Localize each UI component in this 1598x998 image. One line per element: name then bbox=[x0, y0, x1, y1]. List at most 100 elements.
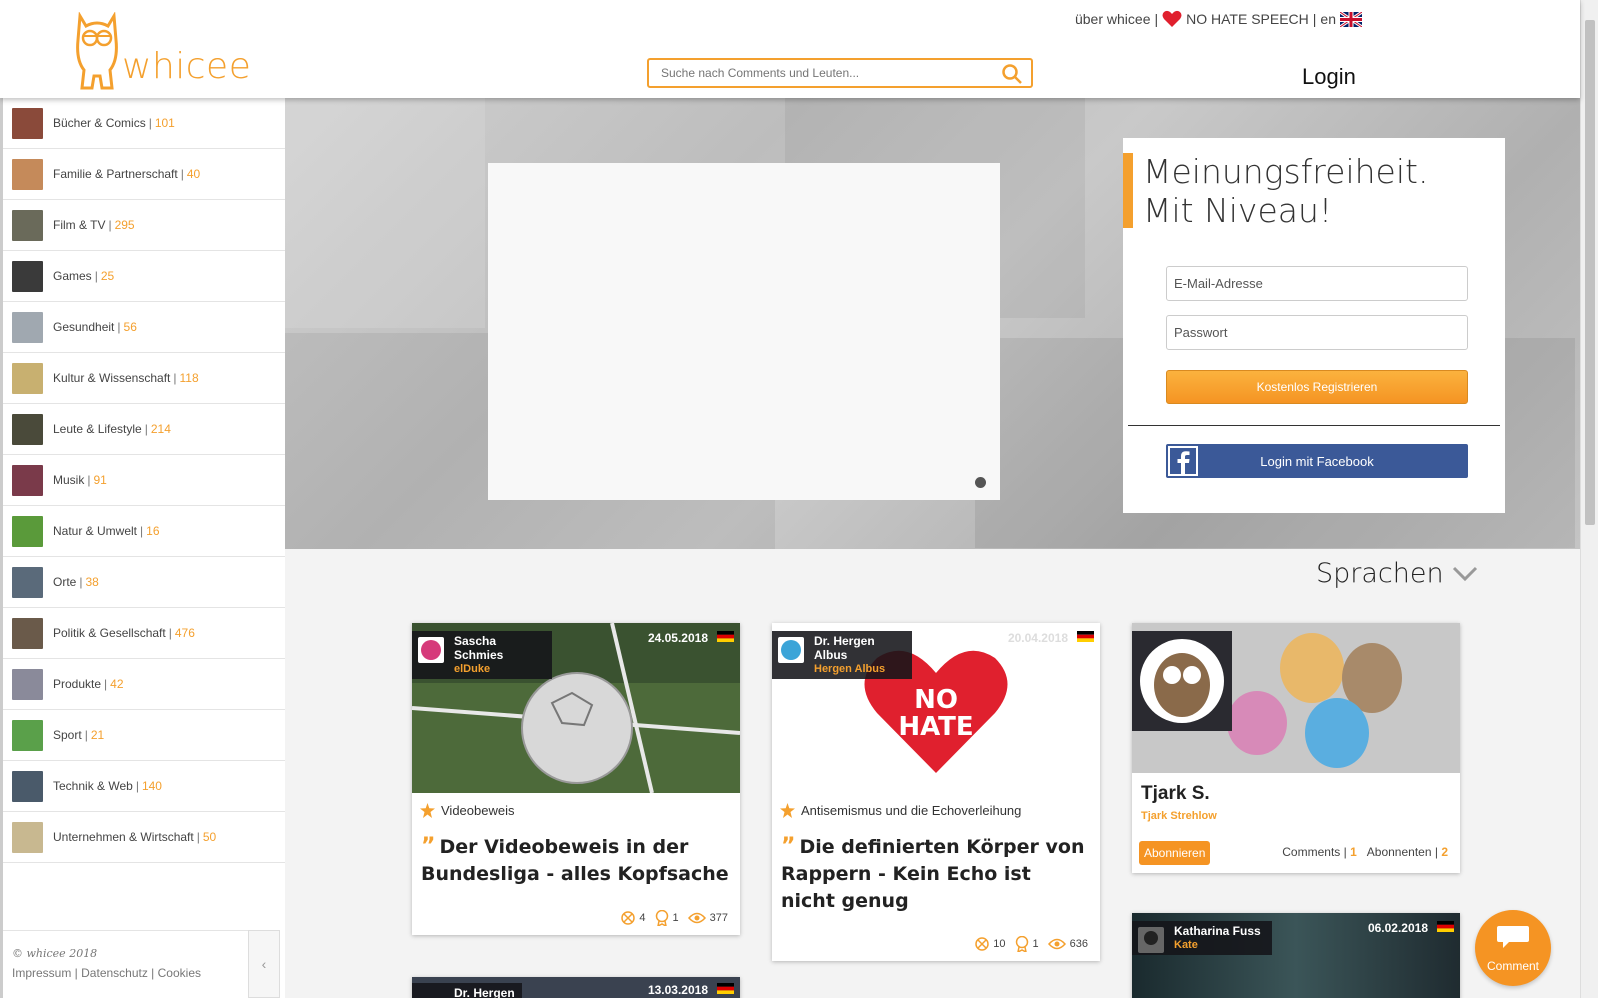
uk-flag-icon[interactable] bbox=[1340, 11, 1362, 27]
site-header: whicee über whicee | NO HATE SPEECH | en… bbox=[0, 0, 1580, 98]
category-thumbnail bbox=[12, 566, 43, 598]
author-badge[interactable]: Dr. Hergen Albus Hergen Albus bbox=[772, 631, 912, 679]
category-name: Film & TV bbox=[53, 218, 106, 232]
image-slider[interactable] bbox=[488, 163, 1000, 500]
no-hate-heart-icon[interactable] bbox=[1162, 10, 1182, 28]
comment-button[interactable]: Comment bbox=[1475, 910, 1551, 986]
comment-card[interactable]: Dr. Hergen 13.03.2018 bbox=[412, 977, 740, 998]
category-count: 25 bbox=[100, 269, 115, 283]
copyright: © whicee 2018 bbox=[12, 947, 98, 960]
comment-card[interactable]: Sascha Schmies elDuke 24.05.2018 Videobe… bbox=[412, 623, 740, 935]
category-name: Unternehmen & Wirtschaft bbox=[53, 830, 194, 844]
topic-label: Antisemismus und die Echoverleihung bbox=[801, 803, 1022, 818]
card-topic[interactable]: Antisemismus und die Echoverleihung bbox=[780, 803, 1021, 818]
author-badge[interactable]: Sascha Schmies elDuke bbox=[412, 631, 552, 679]
sidebar-item-category[interactable]: Familie & Partnerschaft | 40 bbox=[3, 149, 285, 200]
no-hate-speech-link[interactable]: NO HATE SPEECH bbox=[1186, 11, 1309, 27]
register-button[interactable]: Kostenlos Registrieren bbox=[1166, 370, 1468, 404]
card-title[interactable]: ” Der Videobeweis in der Bundesliga - all… bbox=[421, 833, 730, 888]
card-topic[interactable]: Videobeweis bbox=[420, 803, 514, 818]
category-count: 16 bbox=[146, 524, 160, 538]
topic-label: Videobeweis bbox=[441, 803, 515, 818]
cookies-link[interactable]: Cookies bbox=[158, 966, 201, 980]
sidebar-item-category[interactable]: Sport | 21 bbox=[3, 710, 285, 761]
facebook-button-label: Login mit Facebook bbox=[1260, 453, 1374, 469]
author-handle: Kate bbox=[1174, 939, 1198, 951]
speech-bubble-icon bbox=[1497, 926, 1529, 948]
sidebar-item-category[interactable]: Leute & Lifestyle | 214 bbox=[3, 404, 285, 455]
sidebar-item-category[interactable]: Games | 25 bbox=[3, 251, 285, 302]
impressum-link[interactable]: Impressum bbox=[12, 966, 71, 980]
category-thumbnail bbox=[12, 209, 43, 241]
card-date: 13.03.2018 bbox=[647, 983, 708, 997]
category-count: 91 bbox=[93, 473, 107, 487]
comment-card[interactable]: NO HATE Dr. Hergen Albus Hergen Albus 20… bbox=[772, 623, 1100, 961]
chevron-down-icon bbox=[1452, 566, 1477, 581]
category-name: Kultur & Wissenschaft bbox=[53, 371, 171, 385]
category-count: 101 bbox=[154, 116, 175, 130]
sidebar-item-category[interactable]: Natur & Umwelt | 16 bbox=[3, 506, 285, 557]
views-icon bbox=[687, 912, 706, 924]
datenschutz-link[interactable]: Datenschutz bbox=[81, 966, 148, 980]
email-field[interactable]: E-Mail-Adresse bbox=[1166, 266, 1468, 301]
languages-dropdown[interactable]: Sprachen bbox=[1316, 558, 1478, 589]
author-name: Albus bbox=[814, 648, 848, 662]
facebook-icon bbox=[1168, 446, 1198, 476]
author-name: Dr. Hergen bbox=[814, 634, 875, 648]
author-badge[interactable]: Katharina Fuss Kate bbox=[1132, 921, 1272, 955]
category-count: 21 bbox=[90, 728, 105, 742]
author-name: Schmies bbox=[454, 648, 504, 662]
slider-dot[interactable] bbox=[975, 477, 986, 488]
search-input[interactable] bbox=[661, 60, 991, 86]
card-date: 24.05.2018 bbox=[647, 631, 708, 645]
search-box bbox=[647, 58, 1033, 88]
sidebar-item-category[interactable]: Orte | 38 bbox=[3, 557, 285, 608]
logo-text[interactable]: whicee bbox=[122, 46, 251, 87]
login-link[interactable]: Login bbox=[1302, 64, 1356, 90]
avatar bbox=[1138, 927, 1164, 953]
about-link[interactable]: über whicee bbox=[1075, 11, 1151, 27]
sidebar-item-category[interactable]: Unternehmen & Wirtschaft | 50 bbox=[3, 812, 285, 863]
card-title[interactable]: ” Die definierten Körper von Rappern - Ke… bbox=[781, 833, 1090, 915]
category-name: Sport bbox=[53, 728, 82, 742]
avatar bbox=[418, 637, 444, 663]
sidebar-item-category[interactable]: Politik & Gesellschaft | 476 bbox=[3, 608, 285, 659]
card-date: 06.02.2018 bbox=[1367, 921, 1428, 935]
sidebar-item-category[interactable]: Musik | 91 bbox=[3, 455, 285, 506]
profile-name[interactable]: Tjark S. bbox=[1141, 783, 1210, 805]
category-thumbnail bbox=[12, 260, 43, 292]
category-count: 38 bbox=[85, 575, 99, 589]
password-field[interactable]: Passwort bbox=[1166, 315, 1468, 350]
sidebar-collapse-button[interactable]: ‹ bbox=[248, 930, 280, 998]
author-badge[interactable]: Dr. Hergen bbox=[412, 983, 522, 998]
sidebar-item-category[interactable]: Gesundheit | 56 bbox=[3, 302, 285, 353]
owl-logo-icon bbox=[76, 11, 118, 90]
profile-card[interactable]: Tjark S. Tjark Strehlow Abonnieren Comme… bbox=[1132, 623, 1460, 873]
page-scrollbar[interactable] bbox=[1580, 0, 1598, 998]
category-count: 118 bbox=[179, 371, 199, 385]
sidebar-item-category[interactable]: Kultur & Wissenschaft | 118 bbox=[3, 353, 285, 404]
card-stats: 4 1 377 bbox=[621, 910, 728, 926]
category-name: Technik & Web bbox=[53, 779, 133, 793]
language-link[interactable]: en bbox=[1320, 11, 1336, 27]
category-name: Leute & Lifestyle bbox=[53, 422, 142, 436]
category-thumbnail bbox=[12, 719, 43, 751]
sidebar-item-category[interactable]: Film & TV | 295 bbox=[3, 200, 285, 251]
category-count: 140 bbox=[141, 779, 162, 793]
sidebar-item-category[interactable]: Technik & Web | 140 bbox=[3, 761, 285, 812]
chevron-left-icon: ‹ bbox=[261, 956, 267, 972]
category-name: Orte bbox=[53, 575, 77, 589]
search-icon[interactable] bbox=[1001, 63, 1023, 85]
comment-card[interactable]: Katharina Fuss Kate 06.02.2018 bbox=[1132, 913, 1460, 998]
facebook-login-button[interactable]: Login mit Facebook bbox=[1166, 444, 1468, 478]
author-handle: Hergen Albus bbox=[814, 663, 886, 675]
sidebar-item-category[interactable]: Produkte | 42 bbox=[3, 659, 285, 710]
category-list: Bücher & Comics | 101 Familie & Partnerscha… bbox=[3, 98, 285, 863]
category-count: 42 bbox=[110, 677, 124, 691]
scrollbar-thumb[interactable] bbox=[1585, 20, 1595, 525]
german-flag-icon bbox=[717, 631, 734, 642]
german-flag-icon bbox=[1437, 921, 1454, 932]
subscribe-button[interactable]: Abonnieren bbox=[1139, 841, 1211, 865]
sidebar-item-category[interactable]: Bücher & Comics | 101 bbox=[3, 98, 285, 149]
comment-button-label: Comment bbox=[1486, 959, 1539, 973]
